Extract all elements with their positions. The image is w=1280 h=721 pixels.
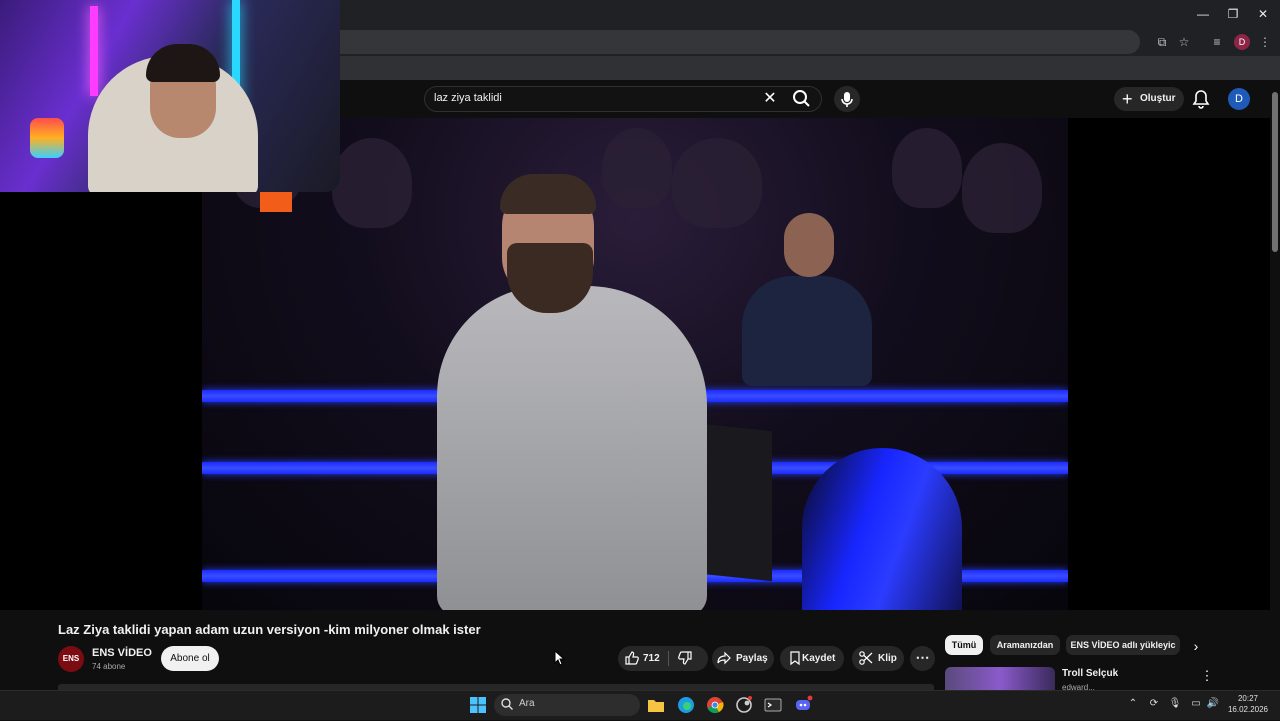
share-arrow-icon <box>716 650 732 666</box>
recommended-video-thumbnail[interactable] <box>945 667 1055 690</box>
search-query-text[interactable]: laz ziya taklidi <box>434 92 502 104</box>
webcam-overlay <box>0 0 340 192</box>
tray-volume-icon[interactable]: 🔊 <box>1206 697 1220 711</box>
clock-date: 16.02.2026 <box>1227 705 1269 714</box>
chrome-icon[interactable] <box>704 694 726 716</box>
subscriber-count: 74 abone <box>92 662 126 671</box>
chip-from-search[interactable]: Aramanızdan <box>990 635 1060 655</box>
discord-icon[interactable] <box>792 694 814 716</box>
audience-member <box>602 128 672 208</box>
windows-taskbar <box>0 690 1280 720</box>
recommended-more-icon[interactable]: ⋮ <box>1200 668 1214 684</box>
close-window-button[interactable]: ✕ <box>1248 4 1278 24</box>
tray-overflow-chevron-icon[interactable]: ⌃ <box>1126 697 1140 711</box>
media-control-icon[interactable]: ≡ <box>1208 33 1226 51</box>
like-divider <box>668 651 669 666</box>
tray-network-icon[interactable]: ▭ <box>1189 697 1203 711</box>
contestant-hair <box>500 174 596 214</box>
streamer-hair <box>146 44 220 82</box>
contestant <box>437 286 707 610</box>
taskbar-search-placeholder[interactable]: Ara <box>519 698 535 709</box>
taskbar-search-icon <box>500 697 514 711</box>
audience-member <box>332 138 412 228</box>
channel-name[interactable]: ENS VİDEO <box>92 647 152 659</box>
terminal-icon[interactable] <box>762 694 784 716</box>
clear-search-icon[interactable]: ✕ <box>760 89 780 109</box>
quiz-desk <box>802 448 962 610</box>
bookmark-icon <box>787 650 803 666</box>
scrollbar-thumb[interactable] <box>1272 92 1278 252</box>
voice-search-icon[interactable] <box>834 86 860 112</box>
plus-icon: + <box>1122 89 1133 109</box>
mouse-cursor-icon <box>554 649 566 666</box>
minimize-button[interactable]: — <box>1188 4 1218 24</box>
browser-profile-icon[interactable]: D <box>1234 34 1250 50</box>
steam-icon[interactable] <box>733 694 755 716</box>
tray-mic-icon[interactable]: 🎙 <box>1168 697 1182 711</box>
edge-icon[interactable] <box>675 694 697 716</box>
thumbs-up-icon[interactable] <box>624 650 640 666</box>
taskbar-clock[interactable]: 20:27 16.02.2026 <box>1226 693 1270 715</box>
address-bar[interactable] <box>200 30 1140 54</box>
recommended-video-title[interactable]: Troll Selçuk <box>1062 668 1118 679</box>
thumbs-down-icon[interactable] <box>677 650 693 666</box>
audience-member <box>672 138 762 228</box>
notifications-bell-icon[interactable] <box>1190 88 1212 110</box>
subscribe-button[interactable]: Abone ol <box>161 646 219 671</box>
audience-member <box>892 128 962 208</box>
file-explorer-icon[interactable] <box>645 694 667 716</box>
install-app-icon[interactable]: ⧉ <box>1153 33 1171 51</box>
search-icon[interactable] <box>790 88 814 110</box>
chip-uploader[interactable]: ENS VİDEO adlı yükleyic <box>1066 635 1180 655</box>
rgb-lamp <box>30 118 64 158</box>
video-frame <box>202 118 1068 610</box>
chip-all[interactable]: Tümü <box>945 635 983 655</box>
video-title: Laz Ziya taklidi yapan adam uzun versiyo… <box>58 622 481 637</box>
seated-companion <box>742 276 872 386</box>
audience-member <box>962 143 1042 233</box>
restore-button[interactable]: ❐ <box>1218 4 1248 24</box>
channel-avatar[interactable]: ENS <box>58 646 84 672</box>
overlay-tag <box>260 192 292 212</box>
like-count[interactable]: 712 <box>643 646 660 671</box>
bookmark-star-icon[interactable]: ☆ <box>1175 33 1193 51</box>
account-avatar[interactable]: D <box>1228 88 1250 110</box>
neon-light <box>90 6 98 96</box>
chevron-right-icon[interactable]: › <box>1186 636 1206 656</box>
windows-start-icon[interactable] <box>467 694 489 716</box>
scissors-icon <box>858 650 874 666</box>
more-actions-button[interactable]: ⋯ <box>910 646 935 671</box>
seated-companion-head <box>784 213 834 277</box>
clock-time: 20:27 <box>1237 694 1259 703</box>
tray-sync-icon[interactable]: ⟳ <box>1147 697 1161 711</box>
taskbar-search-box[interactable] <box>494 694 640 716</box>
browser-menu-icon[interactable]: ⋮ <box>1256 33 1274 51</box>
